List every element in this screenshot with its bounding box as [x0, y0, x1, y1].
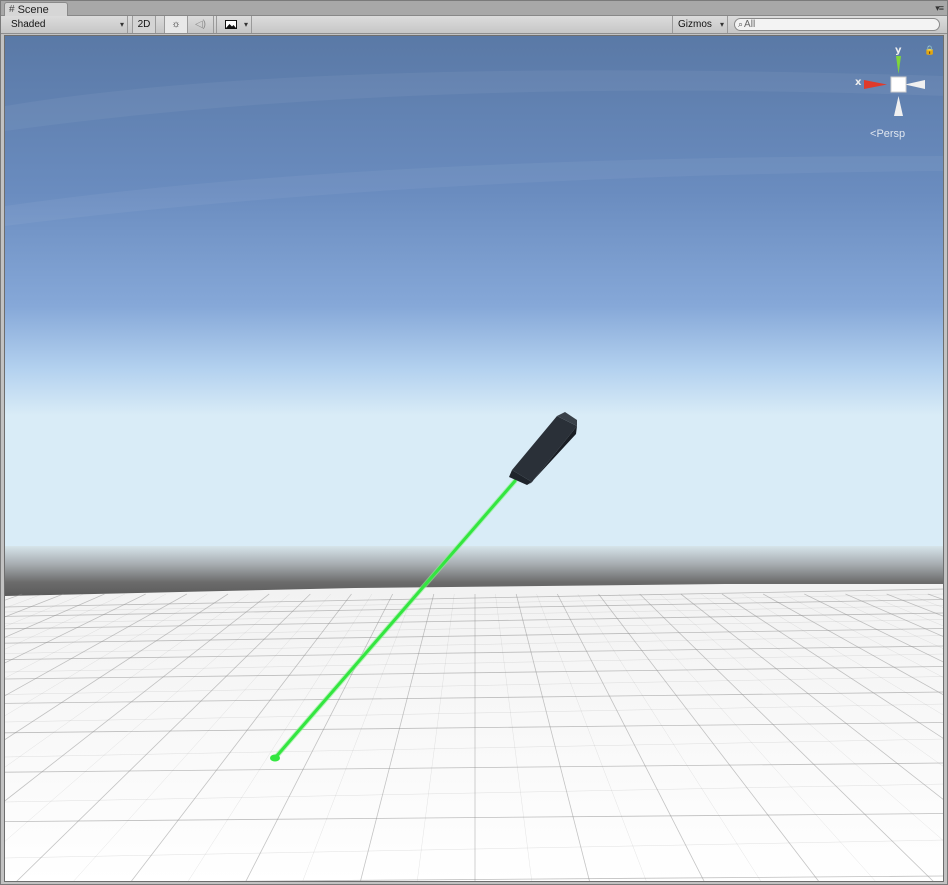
scene-viewport[interactable]: y x <Persp 🔒	[4, 35, 944, 882]
audio-toggle-button[interactable]: ◁)	[188, 16, 214, 33]
scene-grid-icon: #	[9, 4, 15, 15]
effects-dropdown[interactable]	[216, 16, 252, 33]
y-axis-cone	[896, 56, 901, 74]
projection-label: Persp	[876, 128, 906, 140]
search-placeholder: All	[744, 19, 756, 30]
speaker-icon: ◁)	[194, 19, 207, 30]
sun-icon: ☼	[171, 19, 181, 30]
gizmo-center-cube[interactable]	[890, 76, 907, 93]
tab-scene[interactable]: # Scene	[4, 2, 68, 16]
scene-toolbar: Shaded 2D ☼ ◁) Gizmos ⌕ All	[1, 16, 947, 34]
tab-scene-label: Scene	[17, 3, 49, 16]
neg-x-axis-cone	[905, 80, 925, 89]
x-axis-cone	[864, 80, 887, 89]
2d-toggle-button[interactable]: 2D	[132, 16, 156, 33]
scene-render	[5, 36, 943, 881]
image-icon	[225, 20, 237, 29]
window-menu-icon[interactable]: ▾≡	[935, 3, 944, 14]
scene-window: # Scene ▾≡ Shaded 2D ☼ ◁) Gizmos ⌕ All	[0, 0, 948, 885]
projection-toggle[interactable]: <Persp	[870, 128, 905, 140]
hierarchy-search-input[interactable]: ⌕ All	[734, 18, 940, 31]
gizmos-label: Gizmos	[678, 19, 712, 30]
draw-mode-dropdown[interactable]: Shaded	[1, 16, 128, 33]
neg-y-axis-cone	[894, 96, 903, 116]
search-icon: ⌕	[738, 19, 744, 29]
lighting-toggle-button[interactable]: ☼	[164, 16, 188, 33]
2d-toggle-label: 2D	[137, 19, 151, 30]
lock-icon[interactable]: 🔒	[924, 45, 935, 56]
laser-hit-point	[270, 754, 280, 762]
tab-strip: # Scene ▾≡	[1, 1, 947, 16]
y-axis-label: y	[895, 45, 902, 56]
gizmos-dropdown[interactable]: Gizmos	[672, 16, 728, 33]
x-axis-label: x	[855, 77, 862, 88]
draw-mode-label: Shaded	[11, 19, 46, 30]
axis-gizmo-shapes	[864, 56, 925, 116]
